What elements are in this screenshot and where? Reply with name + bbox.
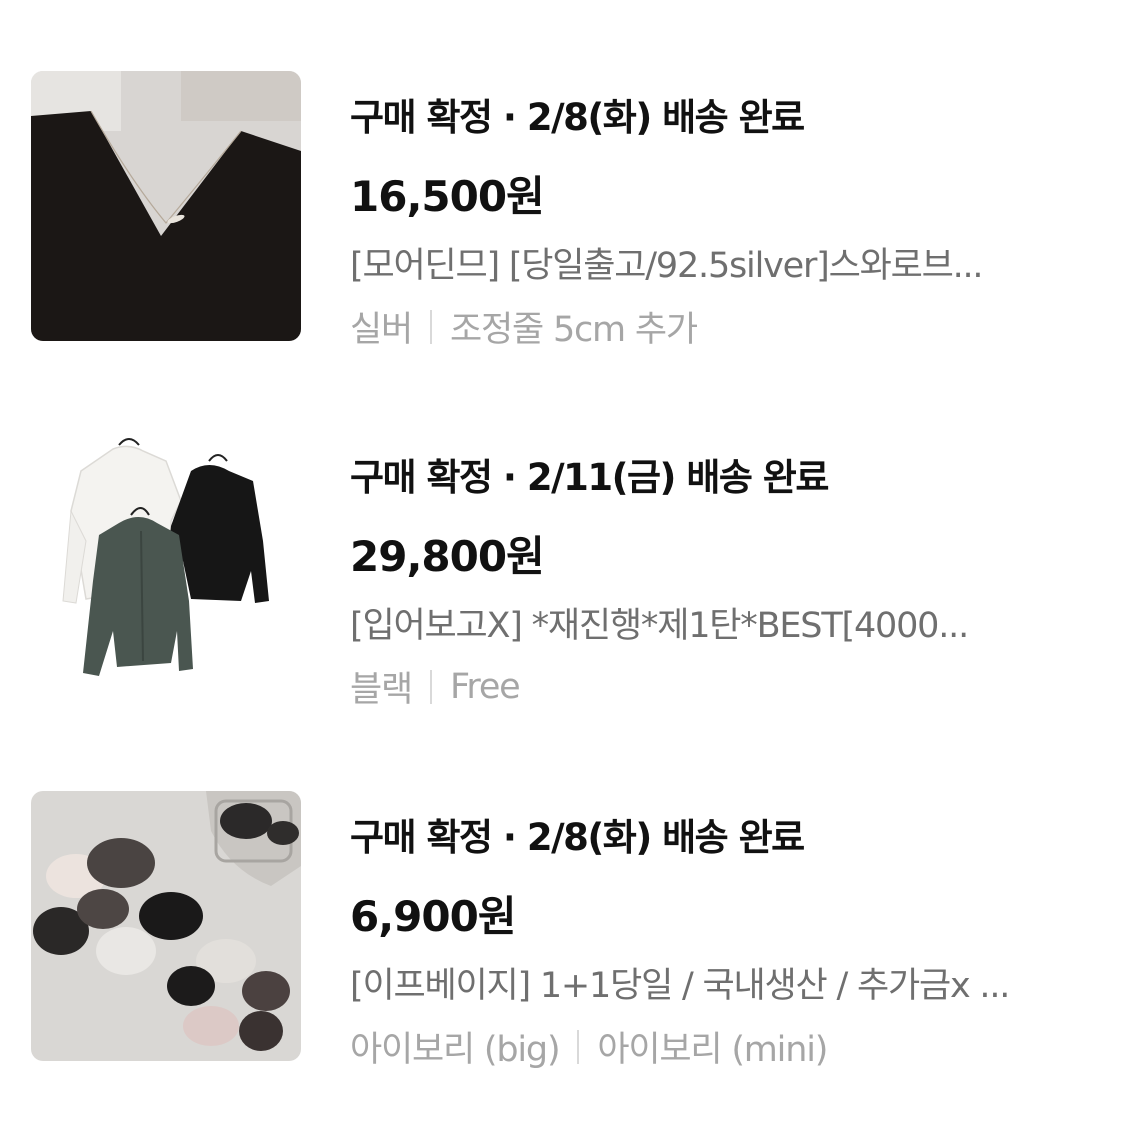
necklace-photo: [31, 71, 301, 341]
order-item[interactable]: 구매 확정 · 2/8(화) 배송 완료 16,500원 [모어딘므] [당일출…: [0, 71, 1145, 350]
scrunchies-photo: [31, 791, 301, 1061]
order-status: 구매 확정 · 2/8(화) 배송 완료: [350, 816, 805, 859]
option-divider: [430, 669, 433, 704]
option-second: 아이보리 (mini): [597, 1030, 828, 1070]
product-name[interactable]: [모어딘므] [당일출고/92.5silver]스와로브...: [350, 237, 984, 288]
product-thumbnail-shirts[interactable]: [31, 431, 301, 701]
option-divider: [430, 309, 433, 344]
option-extra: 조정줄 5cm 추가: [450, 310, 698, 350]
product-name[interactable]: [이프베이지] 1+1당일 / 국내생산 / 추가금x ...: [350, 957, 1010, 1008]
product-options: 실버 조정줄 5cm 추가: [350, 301, 698, 352]
order-price: 16,500원: [350, 172, 545, 221]
order-price: 6,900원: [350, 892, 516, 941]
option-size: Free: [450, 666, 521, 707]
order-status: 구매 확정 · 2/8(화) 배송 완료: [350, 96, 805, 139]
order-item[interactable]: 구매 확정 · 2/8(화) 배송 완료 6,900원 [이프베이지] 1+1당…: [0, 791, 1145, 1070]
order-price: 29,800원: [350, 532, 545, 581]
product-thumbnail-necklace[interactable]: [31, 71, 301, 341]
option-color: 실버: [350, 310, 413, 350]
order-list: 구매 확정 · 2/8(화) 배송 완료 16,500원 [모어딘므] [당일출…: [0, 0, 1145, 1145]
option-first: 아이보리 (big): [350, 1030, 561, 1070]
order-item[interactable]: 구매 확정 · 2/11(금) 배송 완료 29,800원 [입어보고X] *재…: [0, 431, 1145, 710]
product-options: 블랙 Free: [350, 661, 521, 712]
product-thumbnail-scrunchies[interactable]: [31, 791, 301, 1061]
product-options: 아이보리 (big) 아이보리 (mini): [350, 1021, 828, 1072]
shirts-photo: [31, 431, 301, 701]
option-color: 블랙: [350, 670, 413, 710]
order-status: 구매 확정 · 2/11(금) 배송 완료: [350, 456, 829, 499]
option-divider: [577, 1029, 580, 1064]
product-name[interactable]: [입어보고X] *재진행*제1탄*BEST[4000...: [350, 597, 969, 648]
